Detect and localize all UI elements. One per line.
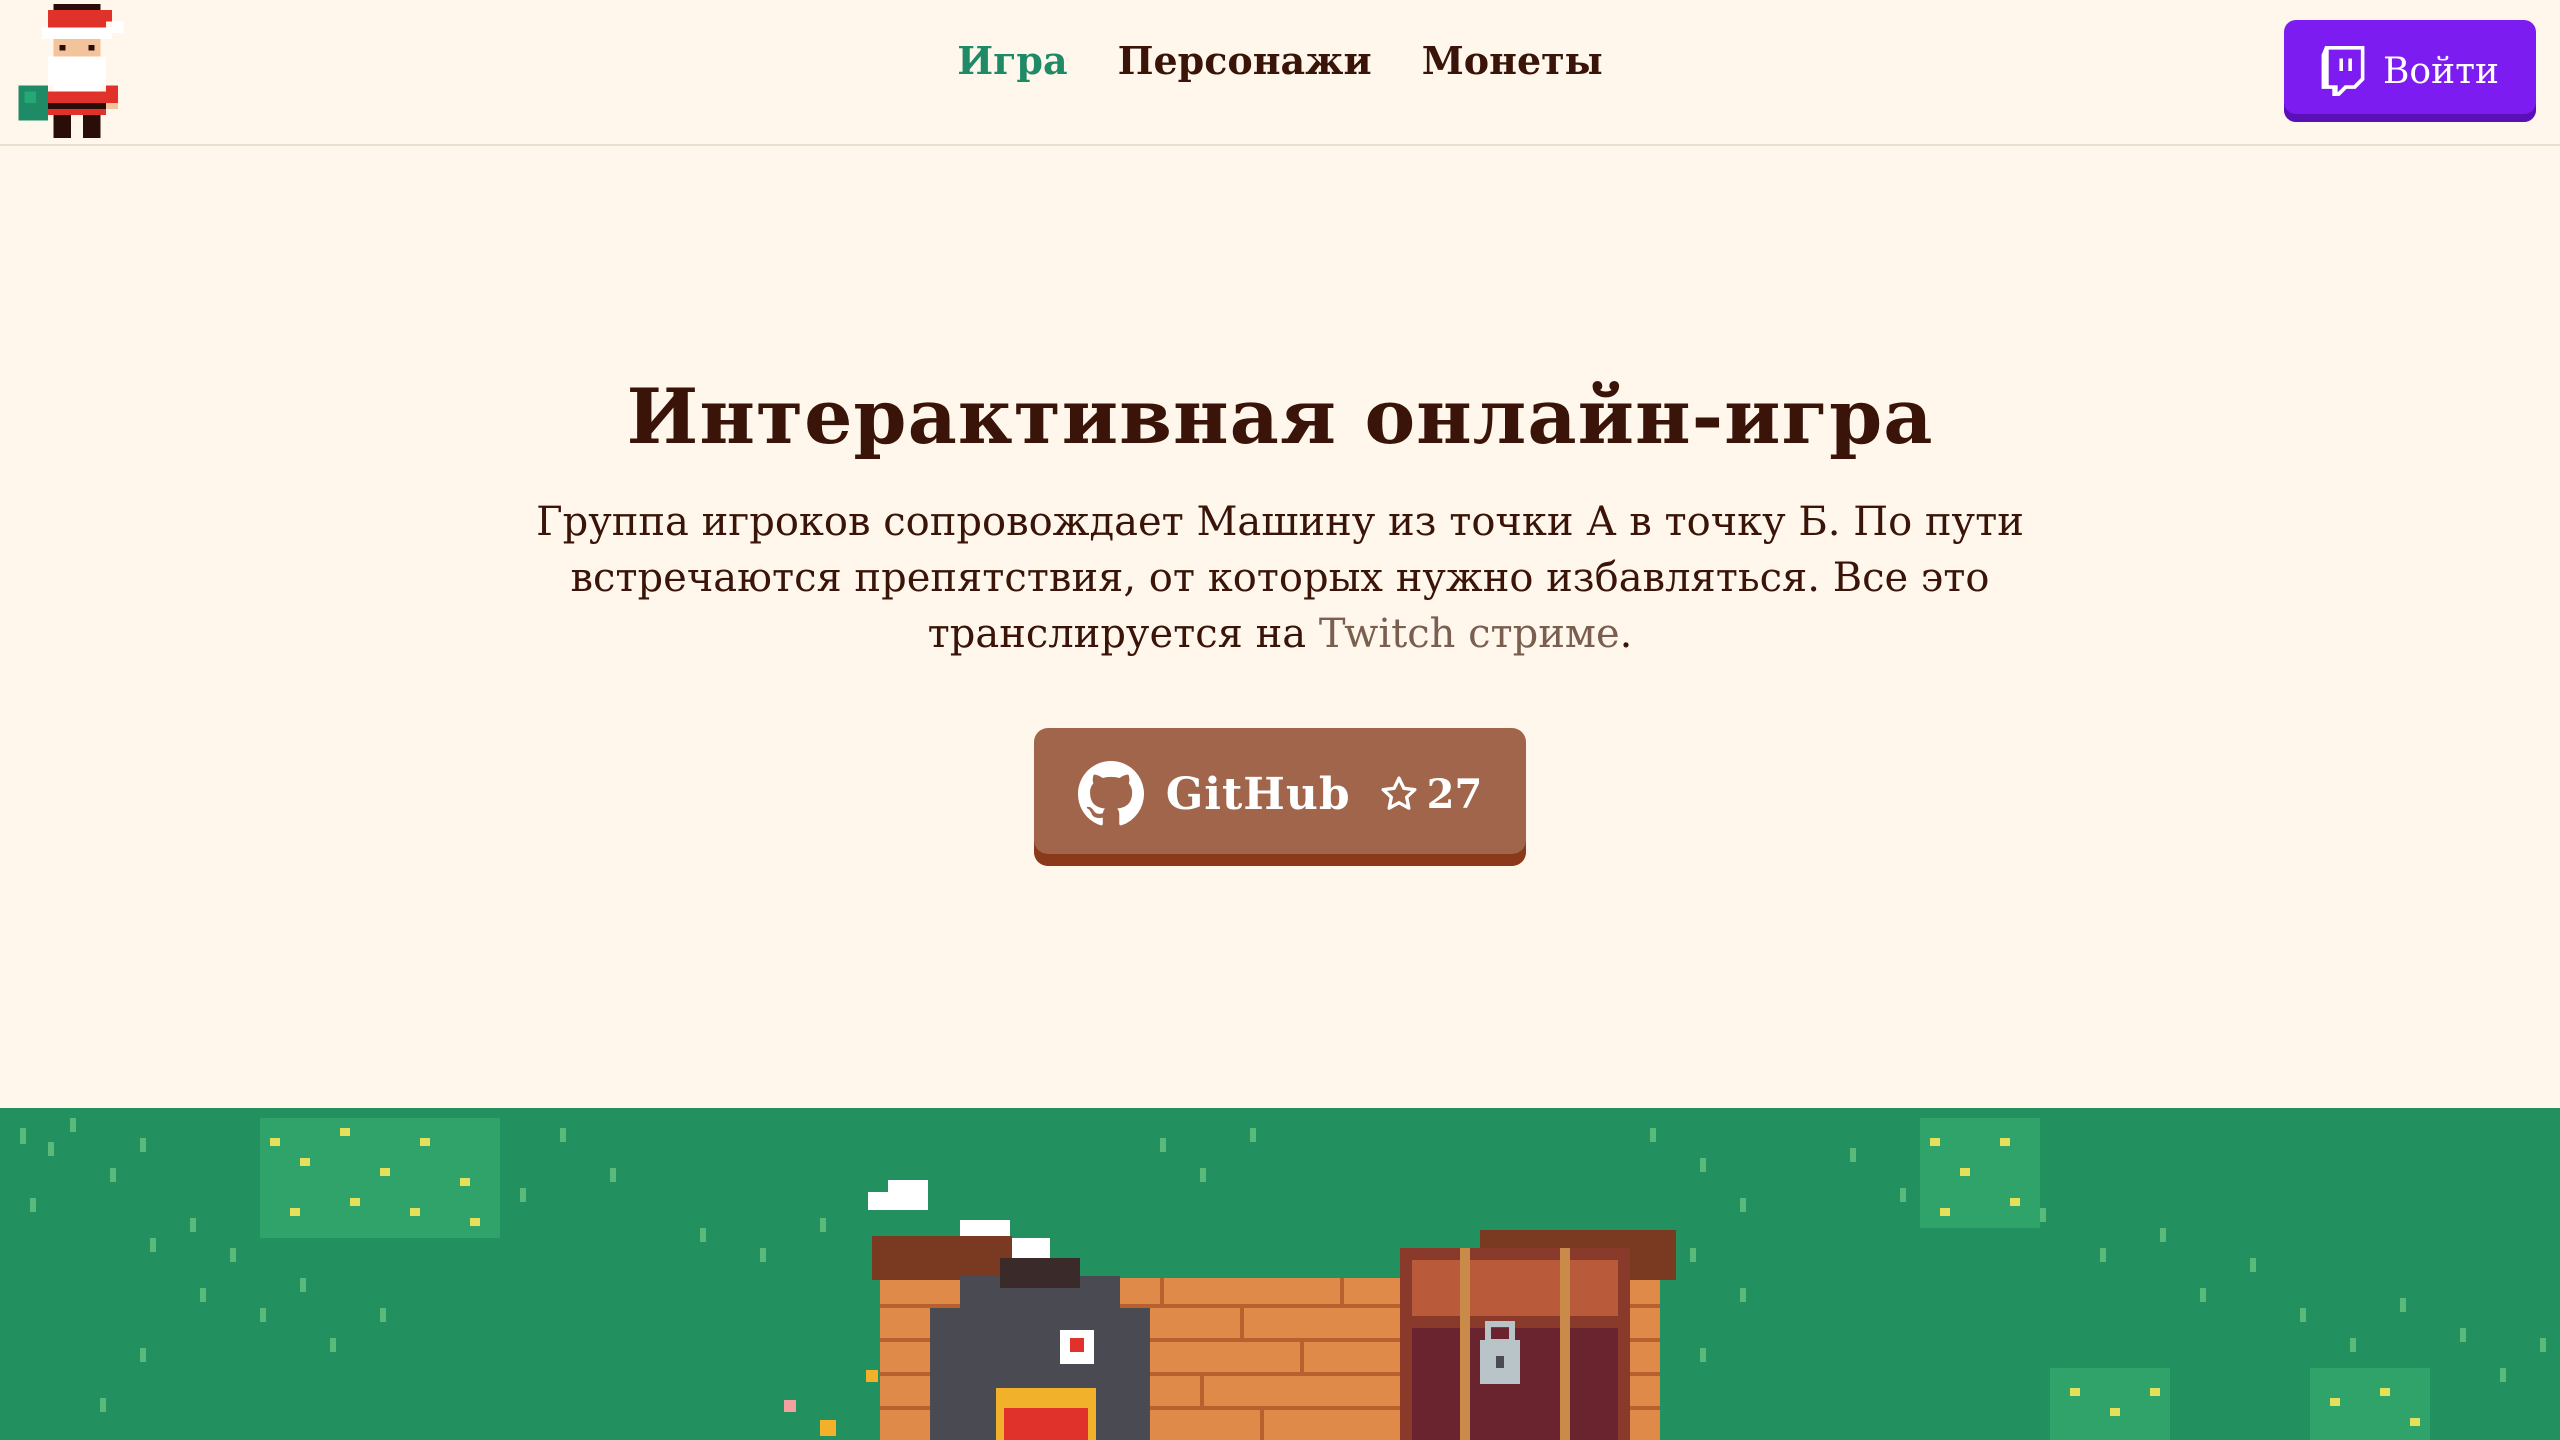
github-label: GitHub — [1165, 768, 1351, 820]
flower-bush — [1920, 1118, 2040, 1228]
game-scene-art — [20, 1118, 2546, 1440]
nav-item-game[interactable]: Игра — [957, 38, 1067, 83]
github-star-count: 27 — [1426, 770, 1483, 818]
star-icon — [1381, 776, 1417, 810]
hero-description: Группа игроков сопровождает Машину из то… — [480, 494, 2080, 662]
page: Игра Персонажи Монеты Войти Интерактивна… — [0, 0, 2560, 1440]
small-flowers — [784, 1370, 878, 1436]
hero-title: Интерактивная онлайн-игра — [626, 372, 1934, 461]
nav-item-coins[interactable]: Монеты — [1422, 38, 1603, 83]
github-button[interactable]: GitHub 27 — [1034, 728, 1526, 866]
github-icon — [1077, 761, 1144, 826]
game-scene — [0, 1108, 2560, 1440]
nav-item-characters[interactable]: Персонажи — [1118, 38, 1372, 83]
hero-text-end: . — [1619, 611, 1633, 657]
login-button[interactable]: Войти — [2284, 20, 2536, 122]
twitch-icon — [2321, 46, 2365, 96]
main-nav: Игра Персонажи Монеты — [0, 38, 2560, 83]
login-label: Войти — [2382, 50, 2500, 92]
flower-bush — [2050, 1368, 2430, 1440]
machine-wagon — [868, 1180, 1676, 1440]
flower-bush — [260, 1118, 500, 1238]
site-header: Игра Персонажи Монеты Войти — [0, 0, 2560, 146]
twitch-stream-link[interactable]: Twitch стриме — [1319, 611, 1620, 657]
hero-text-main: Группа игроков сопровождает Машину из то… — [536, 499, 2024, 657]
